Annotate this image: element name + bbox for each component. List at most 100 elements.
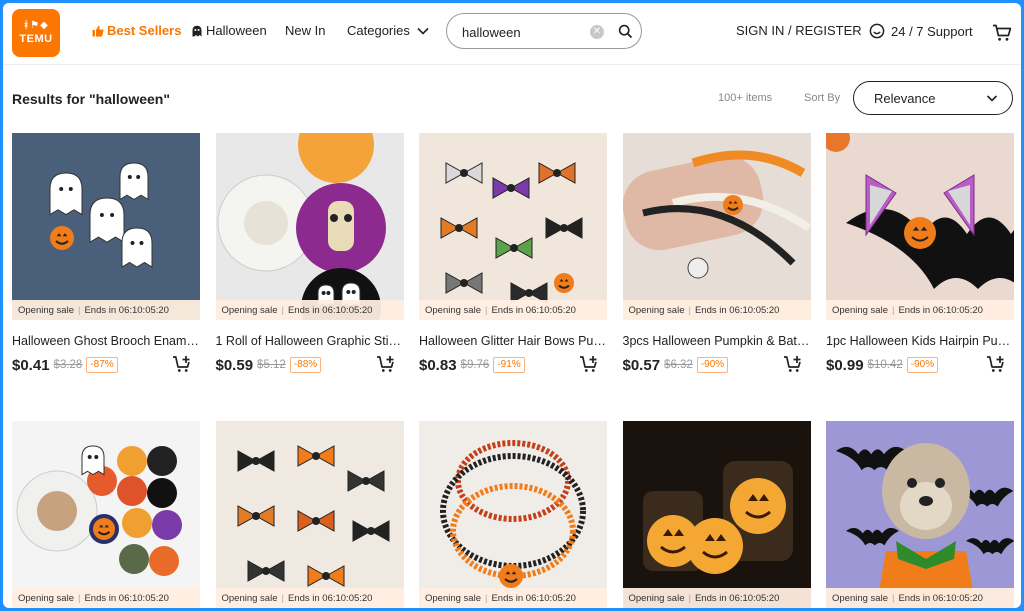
product-card[interactable]: Opening sale | Ends in 06:10:05:20 — [622, 421, 811, 608]
support-link[interactable]: 24 / 7 Support — [869, 23, 973, 39]
product-card[interactable]: Opening sale | Ends in 06:10:05:20 Hallo… — [419, 133, 607, 375]
chevron-down-icon — [986, 95, 998, 102]
original-price: $3.28 — [53, 359, 83, 371]
product-title[interactable]: 1pc Halloween Kids Hairpin Pumpkin Bat — [826, 334, 1014, 348]
original-price: $5.12 — [257, 359, 286, 371]
sale-countdown-strip: Opening sale | Ends in 06:10:05:20 — [826, 300, 1014, 320]
search-icon[interactable] — [618, 24, 633, 39]
product-card[interactable]: Opening sale | Ends in 06:10:05:20 — [826, 421, 1014, 608]
sale-countdown-strip: Opening sale | Ends in 06:10:05:20 — [826, 588, 1014, 608]
sale-countdown-strip: Opening sale | Ends in 06:10:05:20 — [419, 300, 607, 320]
product-card[interactable]: Opening sale | Ends in 06:10:05:20 3pcs … — [622, 133, 811, 375]
clear-icon[interactable]: ✕ — [590, 25, 604, 39]
product-price: $0.99 — [826, 356, 864, 374]
product-title[interactable]: Halloween Glitter Hair Bows Pumpkin Clip… — [419, 334, 607, 348]
product-image[interactable]: Opening sale | Ends in 06:10:05:20 — [215, 421, 404, 608]
discount-badge: -90% — [906, 357, 939, 373]
opening-sale-label: Opening sale — [628, 592, 685, 604]
product-image[interactable]: Opening sale | Ends in 06:10:05:20 — [419, 133, 607, 320]
search-input[interactable] — [462, 23, 582, 41]
top-header: ᚼ⚑◆ TEMU Best Sellers Halloween New In C… — [3, 3, 1021, 65]
opening-sale-label: Opening sale — [425, 304, 481, 316]
nav-halloween-label: Halloween — [206, 23, 267, 38]
sign-in-register-link[interactable]: SIGN IN / REGISTER — [736, 23, 862, 38]
add-to-cart-icon[interactable] — [579, 355, 599, 373]
product-price: $0.41 — [12, 356, 50, 374]
product-card[interactable]: Opening sale | Ends in 06:10:05:20 — [12, 421, 200, 608]
opening-sale-label: Opening sale — [18, 592, 74, 604]
price-row: $0.83 $9.76 -91% — [419, 355, 607, 375]
cart-icon[interactable] — [992, 24, 1012, 42]
sale-separator: | — [688, 304, 691, 316]
product-image[interactable]: Opening sale | Ends in 06:10:05:20 — [12, 133, 200, 320]
temu-logo[interactable]: ᚼ⚑◆ TEMU — [12, 9, 60, 57]
nav-new-in[interactable]: New In — [285, 23, 325, 38]
price-row: $0.41 $3.28 -87% — [12, 355, 200, 375]
sale-countdown-strip: Opening sale | Ends in 06:10:05:20 — [215, 588, 404, 608]
product-title[interactable]: 1 Roll of Halloween Graphic Stickers — [216, 334, 404, 348]
sale-separator: | — [484, 304, 488, 316]
nav-best-sellers[interactable]: Best Sellers — [92, 23, 181, 38]
product-card[interactable]: Opening sale | Ends in 06:10:05:20 — [215, 421, 404, 608]
search-box: ✕ — [446, 13, 642, 49]
results-title: Results for "halloween" — [12, 91, 170, 107]
add-to-cart-icon[interactable] — [783, 355, 803, 373]
sale-ends-label: Ends in 06:10:05:20 — [898, 592, 983, 604]
ghost-icon — [192, 25, 202, 36]
product-card[interactable]: Opening sale | Ends in 06:10:05:20 1pc H… — [826, 133, 1014, 375]
sale-countdown-strip: Opening sale | Ends in 06:10:05:20 — [12, 300, 200, 320]
nav-categories[interactable]: Categories — [347, 23, 430, 38]
product-image[interactable]: Opening sale | Ends in 06:10:05:20 — [622, 421, 811, 608]
product-image[interactable]: Opening sale | Ends in 06:10:05:20 — [622, 133, 811, 320]
sign-in-label: SIGN IN / REGISTER — [736, 23, 862, 38]
sale-countdown-strip: Opening sale | Ends in 06:10:05:20 — [419, 588, 607, 608]
items-count: 100+ items — [718, 92, 773, 104]
product-price: $0.83 — [419, 356, 457, 374]
product-card[interactable]: Opening sale | Ends in 06:10:05:20 — [419, 421, 607, 608]
product-title[interactable]: 3pcs Halloween Pumpkin & Bat Bracelets — [623, 334, 811, 348]
product-image-art — [419, 421, 607, 608]
product-image[interactable]: Opening sale | Ends in 06:10:05:20 — [826, 133, 1014, 320]
product-image-art — [12, 421, 200, 608]
product-image-art — [826, 133, 1014, 320]
sale-separator: | — [77, 304, 81, 316]
sale-countdown-strip: Opening sale | Ends in 06:10:05:20 — [622, 300, 811, 320]
sale-separator: | — [77, 592, 81, 604]
product-image[interactable]: Opening sale | Ends in 06:10:05:20 — [419, 421, 607, 608]
sort-label: Sort By — [804, 92, 841, 104]
add-to-cart-icon[interactable] — [986, 355, 1006, 373]
nav-new-in-label: New In — [285, 23, 326, 38]
product-card[interactable]: Opening sale | Ends in 06:10:05:20 1 Rol… — [215, 133, 404, 375]
sale-separator: | — [484, 592, 488, 604]
thumbs-up-icon — [92, 25, 104, 37]
nav-halloween[interactable]: Halloween — [191, 23, 267, 38]
product-image[interactable]: Opening sale | Ends in 06:10:05:20 — [826, 421, 1014, 608]
opening-sale-label: Opening sale — [832, 304, 888, 316]
product-price: $0.59 — [215, 356, 254, 374]
product-image-art — [12, 133, 200, 320]
price-row: $0.99 $10.42 -90% — [826, 355, 1014, 375]
product-image-art — [826, 421, 1014, 608]
product-title[interactable]: Halloween Ghost Brooch Enamel Pin Set — [12, 334, 200, 348]
smile-support-icon — [869, 23, 885, 39]
add-to-cart-icon[interactable] — [376, 355, 396, 373]
sale-separator: | — [281, 592, 284, 604]
sale-ends-label: Ends in 06:10:05:20 — [694, 304, 780, 316]
product-image[interactable]: Opening sale | Ends in 06:10:05:20 — [12, 421, 200, 608]
opening-sale-label: Opening sale — [832, 592, 888, 604]
sale-ends-label: Ends in 06:10:05:20 — [694, 592, 780, 604]
opening-sale-label: Opening sale — [425, 592, 481, 604]
sale-countdown-strip: Opening sale | Ends in 06:10:05:20 — [12, 588, 200, 608]
add-to-cart-icon[interactable] — [172, 355, 192, 373]
original-price: $10.42 — [867, 359, 903, 371]
discount-badge: -87% — [86, 357, 118, 373]
product-image[interactable]: Opening sale | Ends in 06:10:05:20 — [215, 133, 404, 320]
discount-badge: -90% — [696, 357, 729, 373]
product-card[interactable]: Opening sale | Ends in 06:10:05:20 Hallo… — [12, 133, 200, 375]
sale-ends-label: Ends in 06:10:05:20 — [491, 304, 576, 316]
price-row: $0.59 $5.12 -88% — [216, 355, 404, 375]
product-image-art — [622, 421, 811, 608]
sort-dropdown[interactable]: Relevance — [853, 81, 1013, 115]
product-image-art — [622, 133, 811, 320]
product-image-art — [215, 421, 404, 608]
